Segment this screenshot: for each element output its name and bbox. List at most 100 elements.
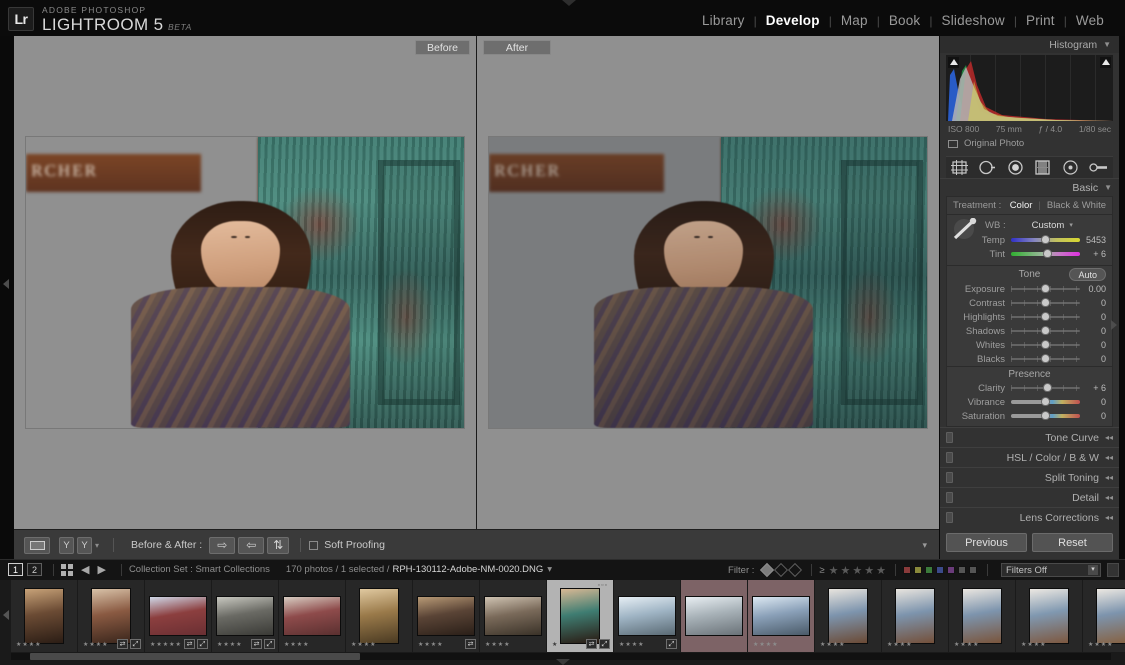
rating-star-5[interactable]: ★	[876, 564, 886, 577]
thumbnail-rating[interactable]: ★	[552, 641, 558, 648]
filmstrip-scrollbar-thumb[interactable]	[30, 653, 360, 660]
has-develop-adjustments-icon[interactable]: ⇄	[117, 639, 128, 649]
filmstrip-thumbnail[interactable]: ★★★★ ⇄	[413, 580, 479, 652]
slider-highlights[interactable]: Highlights 0	[947, 310, 1112, 324]
module-print[interactable]: Print	[1017, 13, 1064, 28]
has-develop-adjustments-icon[interactable]: ⇄	[586, 639, 597, 649]
chevron-icon[interactable]: ◂◂	[1105, 513, 1113, 522]
before-after-yy-right-button[interactable]: Y	[77, 536, 92, 554]
filmstrip-thumbnail[interactable]: ★★★★	[11, 580, 77, 652]
panel-lens-corrections[interactable]: Lens Corrections ◂◂	[940, 507, 1119, 527]
copy-before-to-after-button[interactable]: ⇦	[238, 536, 265, 554]
filmstrip-thumbnail[interactable]: ▫▫▫ ★ ⇄ ⤢	[547, 580, 613, 652]
before-photo[interactable]: RCHER	[25, 136, 465, 429]
chevron-down-icon[interactable]: ▼	[1103, 40, 1111, 49]
panel-switch-icon[interactable]	[946, 452, 953, 463]
panel-detail[interactable]: Detail ◂◂	[940, 487, 1119, 507]
filmstrip-thumbnail[interactable]: ★★★★ ⇄ ⤢	[212, 580, 278, 652]
chevron-icon[interactable]: ◂◂	[1105, 493, 1113, 502]
slider-shadows[interactable]: Shadows 0	[947, 324, 1112, 338]
treatment-bw-option[interactable]: Black & White	[1047, 200, 1106, 211]
slider-handle[interactable]	[1041, 312, 1050, 321]
slider-whites[interactable]: Whites 0	[947, 338, 1112, 352]
has-crop-icon[interactable]: ⤢	[264, 639, 275, 649]
shadow-clipping-indicator[interactable]	[948, 57, 959, 68]
slider-clarity[interactable]: Clarity + 6	[947, 381, 1112, 395]
has-develop-adjustments-icon[interactable]: ⤢	[666, 639, 677, 649]
after-view[interactable]: After RCHER	[477, 36, 939, 529]
slider-handle[interactable]	[1041, 326, 1050, 335]
slider-handle[interactable]	[1041, 298, 1050, 307]
navigate-forward-icon[interactable]: ▶	[97, 563, 105, 576]
before-view[interactable]: Before RCHER	[14, 36, 476, 529]
before-after-mode-caret[interactable]: ▾	[95, 541, 99, 550]
current-filename-label[interactable]: RPH-130112-Adobe-NM-0020.DNG	[392, 564, 543, 575]
filmstrip-thumbnail[interactable]: ★★★★★ ⇄ ⤢	[145, 580, 211, 652]
slider-track[interactable]	[1011, 298, 1080, 308]
wb-stepper-icon[interactable]: ▾	[1069, 222, 1073, 229]
filmstrip-thumbnail[interactable]: ★★★★ ⇄ ⤢	[78, 580, 144, 652]
thumbnail-rating[interactable]: ★★★★	[619, 641, 645, 648]
histogram-panel-header[interactable]: Histogram ▼	[940, 36, 1119, 53]
panel-hsl-color-b-w[interactable]: HSL / Color / B & W ◂◂	[940, 447, 1119, 467]
navigate-back-icon[interactable]: ◀	[81, 563, 89, 576]
basic-panel-header[interactable]: Basic ▼	[940, 178, 1119, 196]
filmstrip-thumbnail[interactable]: ★★★★	[748, 580, 814, 652]
has-crop-icon[interactable]: ⤢	[197, 639, 208, 649]
collection-source-label[interactable]: Collection Set : Smart Collections	[129, 564, 270, 575]
color-label-filter-5[interactable]	[947, 566, 955, 574]
has-develop-adjustments-icon[interactable]: ⇄	[251, 639, 262, 649]
thumbnail-rating[interactable]: ★★★★★	[150, 641, 182, 648]
copy-after-to-before-button[interactable]: ⇨	[209, 536, 236, 554]
module-slideshow[interactable]: Slideshow	[933, 13, 1014, 28]
filmstrip-collapse-arrow[interactable]	[556, 659, 570, 665]
spot-removal-icon[interactable]	[978, 160, 998, 176]
color-label-filter-3[interactable]	[925, 566, 933, 574]
thumbnail-rating[interactable]: ★★★★	[485, 641, 511, 648]
slider-track[interactable]	[1011, 354, 1080, 364]
has-crop-icon[interactable]: ⤢	[599, 639, 610, 649]
left-panel-expand-arrow[interactable]	[3, 279, 9, 289]
thumbnail-rating[interactable]: ★★★★	[820, 641, 846, 648]
filmstrip-toggle-button[interactable]	[1107, 563, 1119, 577]
wb-preset-value[interactable]: Custom	[1032, 220, 1065, 231]
color-label-filter-7[interactable]	[969, 566, 977, 574]
slider-handle[interactable]	[1041, 235, 1050, 244]
slider-track[interactable]	[1011, 340, 1080, 350]
thumbnail-rating[interactable]: ★★★★	[753, 641, 779, 648]
panel-switch-icon[interactable]	[946, 512, 953, 523]
color-label-filter-2[interactable]	[914, 566, 922, 574]
filmstrip-thumbnail[interactable]: ★★★★	[815, 580, 881, 652]
crop-overlay-icon[interactable]	[950, 160, 970, 176]
chevron-icon[interactable]: ◂◂	[1105, 453, 1113, 462]
slider-track[interactable]	[1011, 326, 1080, 336]
main-window-button[interactable]: 1	[8, 563, 23, 576]
previous-button[interactable]: Previous	[946, 533, 1027, 552]
filmstrip-thumbnail[interactable]: ★★★★ ⤢	[614, 580, 680, 652]
filmstrip-thumbnail[interactable]: ★★★★	[279, 580, 345, 652]
slider-track[interactable]	[1011, 312, 1080, 322]
flag-picked-icon[interactable]	[760, 562, 775, 578]
has-crop-icon[interactable]: ⤢	[130, 639, 141, 649]
slider-handle[interactable]	[1041, 397, 1050, 406]
radial-filter-icon[interactable]	[1061, 160, 1081, 176]
slider-track[interactable]	[1011, 284, 1080, 294]
chevron-icon[interactable]: ◂◂	[1105, 433, 1113, 442]
filename-dropdown-caret[interactable]: ▾	[547, 564, 552, 575]
module-library[interactable]: Library	[693, 13, 754, 28]
swap-before-after-button[interactable]: ⇅	[267, 536, 290, 554]
filmstrip-thumbnail[interactable]: ★★★★	[1083, 580, 1125, 652]
treatment-color-option[interactable]: Color	[1010, 200, 1033, 211]
chevron-icon[interactable]: ◂◂	[1105, 473, 1113, 482]
toolbar-options-caret[interactable]: ▾	[922, 540, 927, 551]
slider-handle[interactable]	[1043, 249, 1053, 258]
slider-vibrance[interactable]: Vibrance 0	[947, 395, 1112, 409]
highlight-clipping-indicator[interactable]	[1100, 57, 1111, 68]
red-eye-correction-icon[interactable]	[1006, 160, 1026, 176]
filmstrip-scroll-left-arrow[interactable]	[3, 610, 9, 620]
slider-exposure[interactable]: Exposure 0.00	[947, 282, 1112, 296]
chevron-down-icon[interactable]: ▼	[1104, 183, 1112, 192]
thumbnail-rating[interactable]: ★★★★	[418, 641, 444, 648]
auto-tone-button[interactable]: Auto	[1069, 268, 1106, 281]
reset-button[interactable]: Reset	[1032, 533, 1113, 552]
